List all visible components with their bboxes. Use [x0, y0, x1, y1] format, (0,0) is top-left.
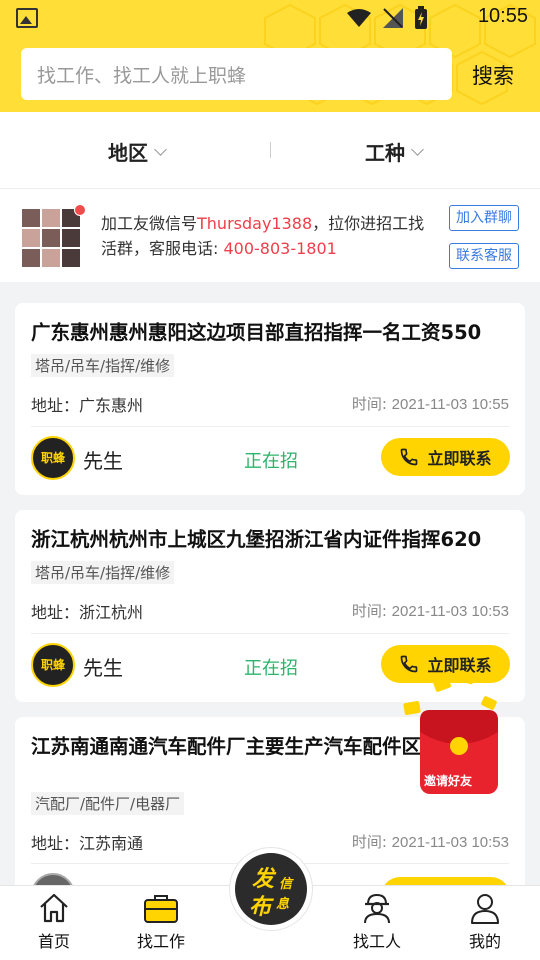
notice-text-1: 加工友微信号 [101, 214, 198, 233]
chevron-down-icon [154, 143, 167, 156]
job-address: 地址：广东惠州 [31, 392, 143, 416]
contact-now-button[interactable]: 立即联系 [381, 438, 510, 476]
trade-filter-label: 工种 [365, 141, 405, 165]
battery-charging-icon [415, 6, 427, 29]
tab-find-job[interactable]: 找工作 [121, 892, 201, 952]
address-label: 地址： [31, 834, 80, 853]
no-signal-icon [383, 8, 403, 28]
briefcase-icon [144, 895, 178, 923]
publish-char-3: 信 [279, 877, 293, 892]
trade-filter[interactable]: 工种 [365, 137, 424, 166]
time-value: 2021-11-03 10:53 [391, 603, 509, 620]
time-value: 2021-11-03 10:55 [391, 396, 509, 413]
service-phone[interactable]: 400-803-1801 [223, 239, 336, 258]
avatar: 职蜂 [31, 643, 75, 687]
wifi-icon [347, 9, 371, 27]
publish-info-button[interactable]: 发 布 信 息 [230, 848, 312, 930]
job-tags: 塔吊/吊车/指挥/维修 [31, 561, 175, 584]
worker-helmet-icon [364, 893, 390, 924]
tab-mine[interactable]: 我的 [445, 892, 525, 952]
publish-char-2: 布 [249, 895, 272, 920]
poster-name: 先生 [83, 656, 123, 680]
tab-home-label: 首页 [37, 932, 70, 951]
status-icons [346, 6, 428, 30]
job-title: 广东惠州惠州惠阳这边项目部直招指挥一名工资550 [31, 321, 482, 344]
poster-name: 先生 [83, 449, 123, 473]
job-address: 地址：浙江杭州 [31, 599, 143, 623]
invite-friends-promo[interactable]: 邀请好友 [402, 670, 502, 800]
card-divider [31, 426, 509, 427]
invite-friends-label: 邀请好友 [424, 774, 473, 788]
job-time: 时间: 2021-11-03 10:53 [352, 600, 509, 621]
phone-icon [401, 448, 418, 466]
contact-service-button[interactable]: 联系客服 [449, 243, 519, 269]
region-filter-label: 地区 [108, 141, 148, 165]
wechat-group-notice: 加工友微信号Thursday1388，拉你进招工找活群，客服电话: 400-80… [0, 188, 540, 282]
unread-dot [74, 204, 86, 216]
publish-char-4: 息 [276, 897, 290, 912]
group-avatar [22, 209, 80, 267]
job-tags: 塔吊/吊车/指挥/维修 [31, 354, 175, 377]
region-filter[interactable]: 地区 [108, 137, 167, 166]
tab-home[interactable]: 首页 [14, 892, 94, 952]
time-value: 2021-11-03 10:53 [391, 834, 509, 851]
chevron-down-icon [411, 143, 424, 156]
tab-find-worker[interactable]: 找工人 [337, 892, 417, 952]
job-card[interactable]: 广东惠州惠州惠阳这边项目部直招指挥一名工资550 塔吊/吊车/指挥/维修 地址：… [15, 303, 525, 495]
publish-badge: 发 布 信 息 [235, 853, 307, 925]
address-value: 浙江杭州 [79, 603, 144, 622]
status-badge: 正在招 [244, 451, 298, 472]
address-label: 地址： [31, 603, 80, 622]
user-icon [471, 894, 499, 924]
tab-mine-label: 我的 [468, 932, 501, 951]
tab-find-job-label: 找工作 [136, 932, 185, 951]
search-button[interactable]: 搜索 [472, 60, 514, 90]
address-label: 地址： [31, 396, 80, 415]
time-label: 时间: [351, 602, 392, 620]
job-address: 地址：江苏南通 [31, 830, 143, 854]
contact-now-label: 立即联系 [427, 449, 492, 468]
job-tags: 汽配厂/配件厂/电器厂 [31, 792, 185, 815]
time-label: 时间: [351, 833, 392, 851]
avatar: 职蜂 [31, 436, 75, 480]
wechat-id: Thursday1388 [197, 214, 313, 233]
status-bar: 10:55 [0, 0, 540, 36]
tab-find-worker-label: 找工人 [352, 932, 401, 951]
job-time: 时间: 2021-11-03 10:55 [352, 393, 509, 414]
job-title: 浙江杭州杭州市上城区九堡招浙江省内证件指挥620 [31, 528, 482, 551]
card-divider [31, 633, 509, 634]
home-icon [40, 893, 68, 923]
status-badge: 正在招 [244, 658, 298, 679]
filter-bar: 地区 工种 [0, 112, 540, 188]
join-group-button[interactable]: 加入群聊 [449, 205, 519, 231]
job-time: 时间: 2021-11-03 10:53 [352, 831, 509, 852]
search-placeholder: 找工作、找工人就上职蜂 [37, 65, 247, 87]
time-label: 时间: [351, 395, 392, 413]
status-time: 10:55 [477, 5, 528, 27]
search-input[interactable]: 找工作、找工人就上职蜂 [21, 48, 452, 100]
notice-text: 加工友微信号Thursday1388，拉你进招工找活群，客服电话: 400-80… [101, 211, 439, 261]
address-value: 江苏南通 [79, 834, 144, 853]
image-notification-icon [16, 8, 38, 28]
address-value: 广东惠州 [79, 396, 144, 415]
filter-divider [270, 142, 271, 158]
job-title: 江苏南通南通汽车配件厂主要生产汽车配件区金 [31, 735, 441, 758]
